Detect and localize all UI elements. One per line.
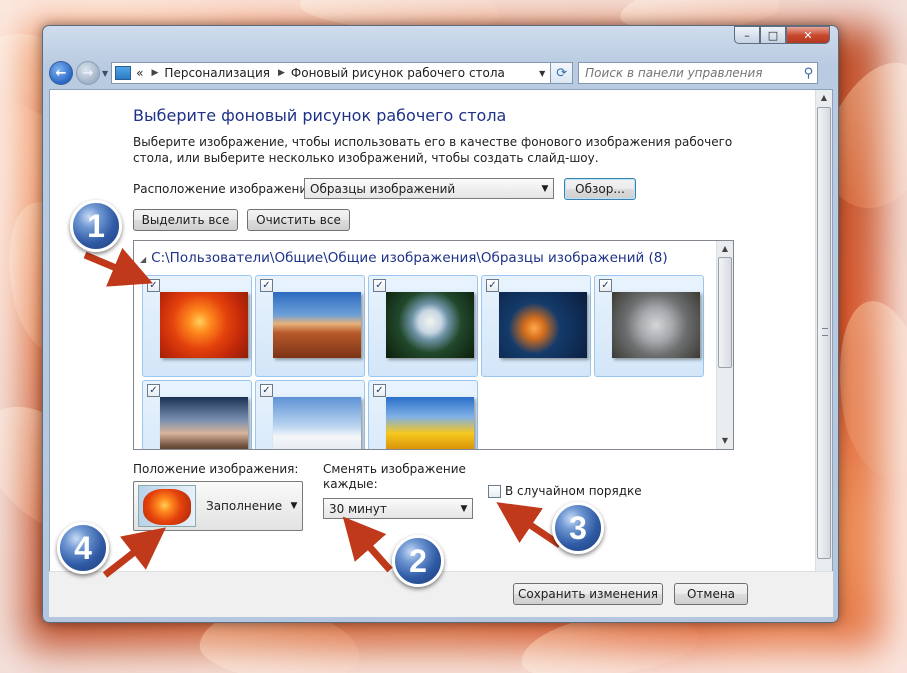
lighthouse-thumbnail — [160, 397, 248, 449]
close-button[interactable]: ✕ — [786, 26, 830, 44]
koala-thumbnail — [612, 292, 700, 358]
checkbox-checked-icon[interactable]: ✓ — [599, 279, 612, 292]
step-badge-4: 4 — [57, 522, 109, 574]
search-box[interactable]: ⚲ — [578, 62, 819, 84]
change-interval-label: Сменять изображение каждые: — [323, 462, 466, 491]
desert-thumbnail — [273, 292, 361, 358]
control-panel-icon — [115, 66, 132, 80]
address-dropdown-icon[interactable]: ▼ — [534, 69, 550, 78]
page-title: Выберите фоновый рисунок рабочего стола — [133, 106, 507, 125]
scroll-down-icon[interactable]: ▼ — [717, 433, 733, 449]
gallery-group-title: C:\Пользователи\Общие\Общие изображения\… — [151, 250, 668, 266]
search-icon[interactable]: ⚲ — [804, 66, 814, 81]
change-interval-select[interactable]: 30 минут ▼ — [323, 498, 473, 519]
step-badge-2: 2 — [392, 535, 444, 587]
picture-location-label: Расположение изображения: — [133, 182, 319, 196]
content-scroll-thumb[interactable] — [817, 107, 831, 559]
picture-tile-jellyfish[interactable]: ✓ — [481, 275, 591, 377]
checkbox-unchecked-icon[interactable] — [488, 484, 501, 498]
control-panel-window: – □ ✕ ← → ▼ « ▶ Персонализация ▶ Фоновый… — [42, 25, 839, 623]
picture-tile-chrysanthemum[interactable]: ✓ — [142, 275, 252, 377]
picture-tile-hydrangeas[interactable]: ✓ — [368, 275, 478, 377]
chrysanthemum-thumbnail — [160, 292, 248, 358]
picture-tile-lighthouse[interactable]: ✓ — [142, 380, 252, 449]
select-all-button[interactable]: Выделить все — [133, 209, 238, 231]
scroll-up-icon[interactable]: ▲ — [717, 241, 733, 257]
breadcrumb-overflow[interactable]: « — [136, 66, 143, 80]
navigation-bar: ← → ▼ « ▶ Персонализация ▶ Фоновый рисун… — [49, 59, 832, 87]
jellyfish-thumbnail — [499, 292, 587, 358]
gallery-scrollbar[interactable]: ▲ ▼ — [716, 241, 733, 449]
step-badge-3: 3 — [552, 502, 604, 554]
checkbox-checked-icon[interactable]: ✓ — [147, 384, 160, 397]
gallery-group-header[interactable]: ◢ C:\Пользователи\Общие\Общие изображения… — [140, 250, 668, 266]
clear-all-button[interactable]: Очистить все — [247, 209, 350, 231]
caption-buttons: – □ ✕ — [734, 26, 830, 44]
recent-pages-dropdown[interactable]: ▼ — [102, 69, 108, 78]
breadcrumb-separator-icon[interactable]: ▶ — [278, 68, 285, 78]
position-preview-image — [138, 485, 196, 527]
chevron-down-icon: ▼ — [460, 503, 468, 514]
picture-gallery[interactable]: ◢ C:\Пользователи\Общие\Общие изображения… — [133, 240, 734, 450]
change-interval-value: 30 минут — [329, 501, 387, 516]
picture-location-value: Образцы изображений — [310, 181, 456, 196]
gallery-scroll-thumb[interactable] — [718, 257, 732, 368]
forward-button[interactable]: → — [76, 61, 100, 85]
checkbox-checked-icon[interactable]: ✓ — [260, 279, 273, 292]
content-scrollbar[interactable]: ▲ ▼ — [815, 90, 832, 594]
refresh-button[interactable]: ⟳ — [551, 62, 574, 84]
scroll-up-icon[interactable]: ▲ — [816, 90, 832, 106]
shuffle-label: В случайном порядке — [505, 484, 642, 498]
picture-position-select[interactable]: Заполнение ▼ — [133, 481, 303, 531]
breadcrumb-personalization[interactable]: Персонализация — [164, 66, 270, 80]
picture-position-label: Положение изображения: — [133, 462, 299, 476]
page-description: Выберите изображение, чтобы использовать… — [133, 135, 733, 165]
search-input[interactable] — [585, 66, 796, 80]
checkbox-checked-icon[interactable]: ✓ — [260, 384, 273, 397]
save-changes-button[interactable]: Сохранить изменения — [513, 583, 663, 605]
breadcrumb-desktop-background[interactable]: Фоновый рисунок рабочего стола — [291, 66, 505, 80]
picture-tile-desert[interactable]: ✓ — [255, 275, 365, 377]
cancel-button[interactable]: Отмена — [674, 583, 748, 605]
step-badge-1: 1 — [70, 200, 122, 252]
address-bar[interactable]: « ▶ Персонализация ▶ Фоновый рисунок раб… — [111, 62, 552, 84]
picture-position-value: Заполнение — [206, 499, 283, 513]
checkbox-checked-icon[interactable]: ✓ — [373, 384, 386, 397]
refresh-icon: ⟳ — [556, 65, 568, 81]
picture-tile-tulips[interactable]: ✓ — [368, 380, 478, 449]
content-pane: Выберите фоновый рисунок рабочего стола … — [49, 89, 833, 595]
penguins-thumbnail — [273, 397, 361, 449]
picture-tile-penguins[interactable]: ✓ — [255, 380, 365, 449]
maximize-button[interactable]: □ — [760, 26, 786, 44]
collapse-icon[interactable]: ◢ — [140, 255, 146, 264]
picture-tile-koala[interactable]: ✓ — [594, 275, 704, 377]
dialog-footer: Сохранить изменения Отмена — [49, 571, 833, 617]
chevron-down-icon: ▼ — [290, 501, 298, 511]
shuffle-checkbox[interactable]: В случайном порядке — [488, 484, 642, 498]
tulips-thumbnail — [386, 397, 474, 449]
chevron-down-icon: ▼ — [541, 183, 549, 194]
breadcrumb-separator-icon[interactable]: ▶ — [152, 68, 159, 78]
checkbox-checked-icon[interactable]: ✓ — [147, 279, 160, 292]
hydrangeas-thumbnail — [386, 292, 474, 358]
checkbox-checked-icon[interactable]: ✓ — [486, 279, 499, 292]
minimize-button[interactable]: – — [734, 26, 760, 44]
picture-location-select[interactable]: Образцы изображений ▼ — [304, 178, 554, 199]
back-button[interactable]: ← — [49, 61, 73, 85]
checkbox-checked-icon[interactable]: ✓ — [373, 279, 386, 292]
browse-button[interactable]: Обзор... — [564, 178, 636, 200]
